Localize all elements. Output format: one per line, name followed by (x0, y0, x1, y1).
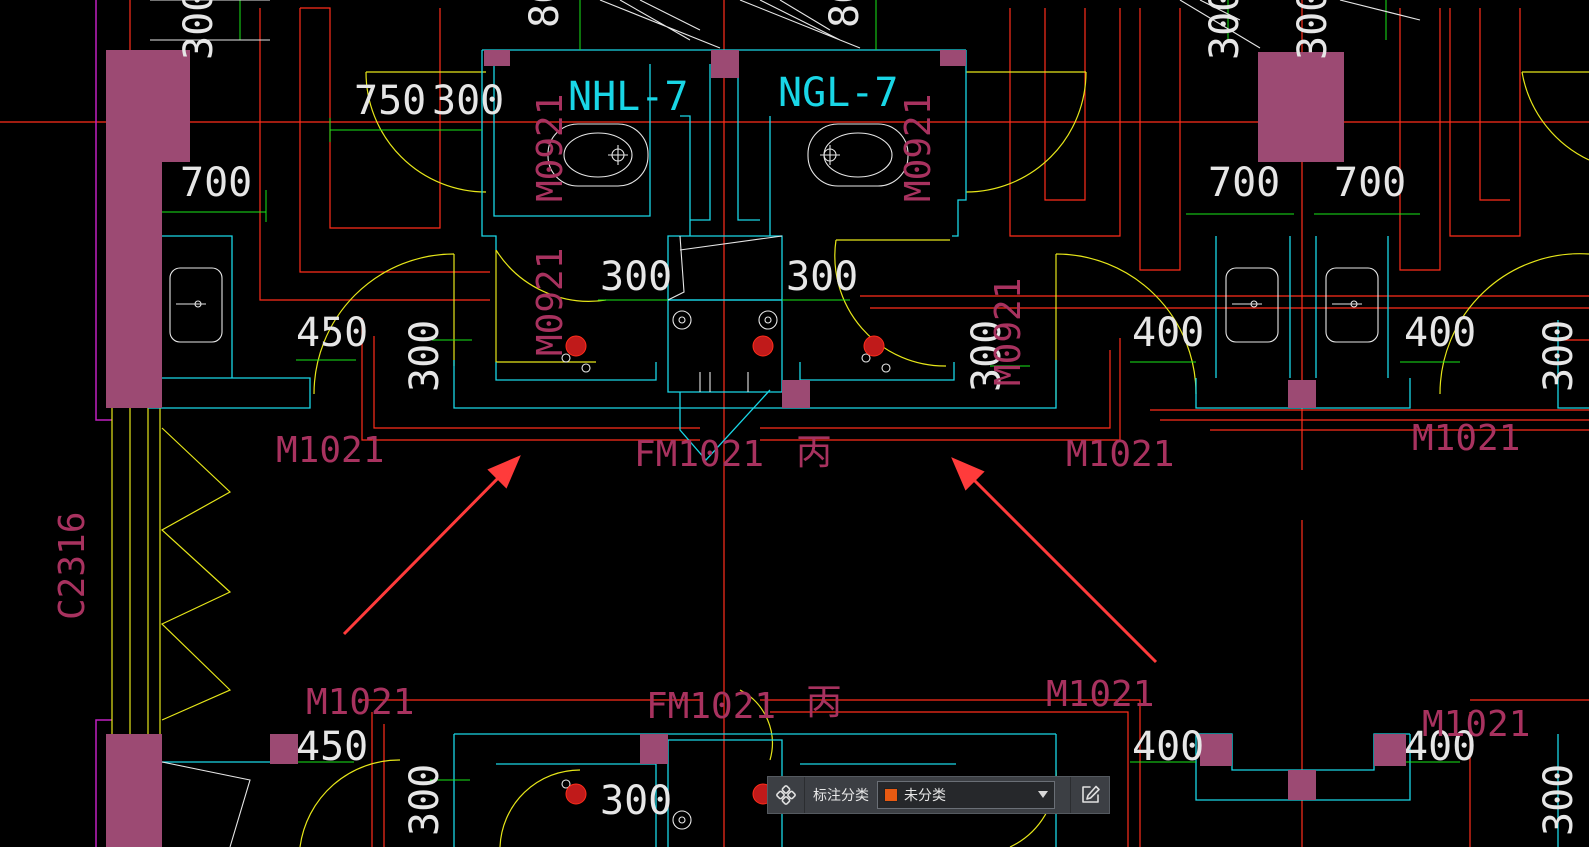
door-label-m0921-a: M0921 (530, 94, 571, 202)
dim-700-r1: 700 (1208, 160, 1280, 206)
dim-300-bottom-far-right: 300 (1536, 764, 1582, 836)
door-label-bing-bottom: 丙 (806, 682, 842, 723)
drains (561, 310, 891, 830)
wash-basin-r2 (1325, 267, 1379, 343)
category-color-swatch (884, 788, 898, 802)
door-label-fm1021-top: FM1021 (634, 434, 764, 475)
dim-400-mid: 400 (1132, 310, 1204, 356)
door-label-m0921-c: M0921 (530, 248, 571, 356)
dim-300-v-left: 300 (402, 320, 448, 392)
grid-icon[interactable] (768, 777, 805, 813)
fixture-label-ngl7: NGL-7 (778, 70, 898, 116)
dim-300-top: 300 (432, 78, 504, 124)
dim-80-top-b: 80 (822, 0, 868, 28)
dim-700-left: 700 (180, 160, 252, 206)
dim-300-top-right-a: 300 (1202, 0, 1248, 60)
squat-toilet-right (807, 123, 909, 187)
dim-300-top-right-b: 300 (1290, 0, 1336, 60)
category-select-value: 未分类 (904, 788, 946, 804)
axis-lines (0, 0, 1589, 847)
chevron-down-icon (1038, 791, 1048, 798)
dim-300-far-right: 300 (1536, 320, 1582, 392)
annotation-category-select[interactable]: 未分类 (877, 781, 1055, 809)
annotation-toolbar: 标注分类 未分类 (767, 776, 1110, 814)
door-label-m1021-right: M1021 (1066, 434, 1174, 475)
wash-basin-r1 (1225, 267, 1279, 343)
door-label-m1021-left: M1021 (276, 430, 384, 471)
door-label-bing-top: 丙 (796, 432, 832, 473)
door-label-m0921-b: M0921 (898, 94, 939, 202)
arrow-right (962, 468, 1158, 664)
dim-750: 750 (354, 78, 426, 124)
dim-450-bottom: 450 (296, 724, 368, 770)
dim-450-top: 450 (296, 310, 368, 356)
arrow-left (342, 466, 510, 636)
door-label-m1021-bottom-far-right: M1021 (1422, 704, 1530, 745)
annotation-category-label: 标注分类 (813, 788, 869, 804)
dim-400-right: 400 (1404, 310, 1476, 356)
edit-icon[interactable] (1070, 777, 1109, 813)
door-label-fm1021-bottom: FM1021 (646, 686, 776, 727)
dim-400-bottom-mid: 400 (1132, 724, 1204, 770)
dim-700-r2: 700 (1334, 160, 1406, 206)
dim-300-bottom-c: 300 (600, 778, 672, 824)
window-label-c2316: C2316 (52, 512, 93, 620)
door-label-m1021-far-right: M1021 (1412, 418, 1520, 459)
dim-300-a: 300 (600, 254, 672, 300)
door-label-m1021-bottom-left: M1021 (306, 682, 414, 723)
dim-300-b: 300 (786, 254, 858, 300)
wash-basin-left (169, 267, 223, 343)
dim-80-top-a: 80 (522, 0, 568, 28)
dim-300-bottom-v: 300 (402, 764, 448, 836)
annotation-arrows (342, 455, 1158, 664)
fixture-label-nhl7: NHL-7 (568, 74, 688, 120)
door-label-m1021-bottom-right: M1021 (1046, 674, 1154, 715)
dim-300-top-left-v: 300 (176, 0, 222, 60)
door-label-m0921-d: M0921 (988, 278, 1029, 386)
cad-drawing-canvas[interactable]: NHL-7 NGL-7 750 300 700 700 700 300 300 … (0, 0, 1589, 847)
